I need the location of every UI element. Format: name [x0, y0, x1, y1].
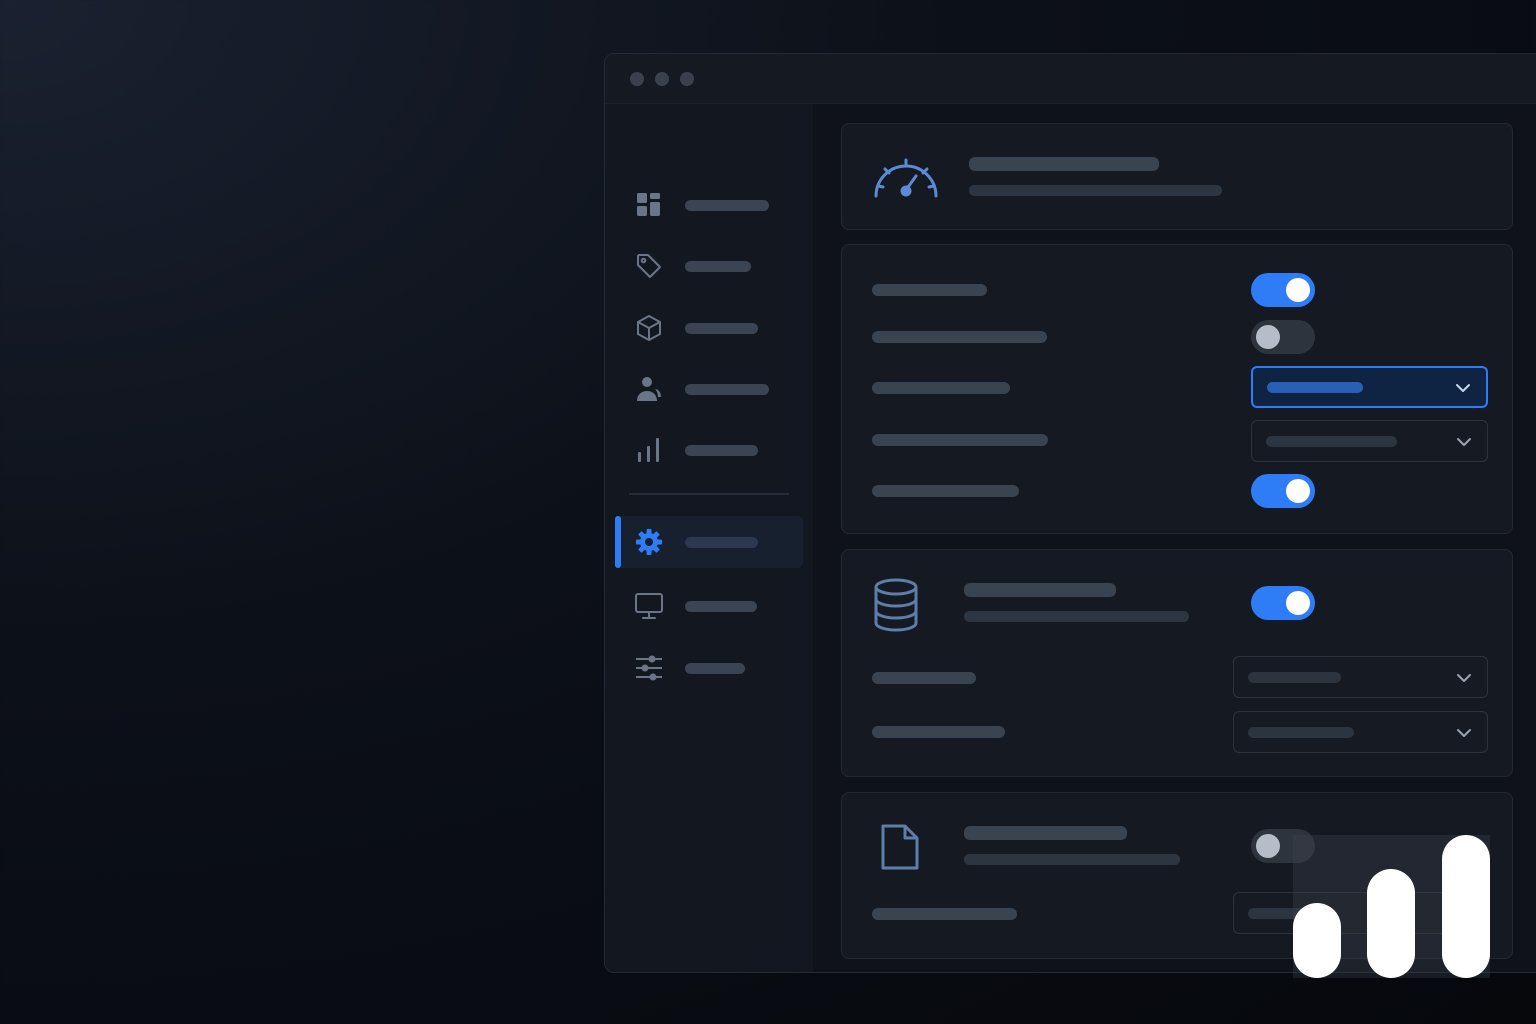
sidebar-item-tags[interactable] — [615, 240, 803, 292]
database-select-1[interactable] — [1233, 656, 1488, 698]
file-icon — [880, 823, 920, 876]
sidebar-item-label — [685, 600, 757, 612]
setting-label — [872, 331, 1047, 343]
sidebar-item-label — [685, 383, 769, 395]
tag-icon — [634, 251, 664, 281]
setting-toggle-2[interactable] — [1251, 320, 1315, 354]
settings-card — [841, 244, 1513, 534]
select-value-placeholder — [1248, 672, 1341, 683]
logo-bar — [1442, 835, 1490, 978]
gauge-icon — [872, 154, 940, 205]
sidebar-item-users[interactable] — [615, 363, 803, 415]
select-value-placeholder — [1267, 382, 1363, 393]
card-title-placeholder — [964, 583, 1116, 597]
setting-label — [872, 382, 1010, 394]
window-close-button[interactable] — [630, 71, 644, 86]
setting-select-1[interactable] — [1251, 366, 1488, 408]
card-subtitle-placeholder — [969, 185, 1222, 196]
sidebar-item-label — [685, 662, 745, 674]
sidebar — [605, 104, 813, 972]
setting-label — [872, 485, 1019, 497]
sidebar-item-settings[interactable] — [615, 516, 803, 568]
setting-label — [872, 284, 987, 296]
bar-logo-icon — [1293, 835, 1490, 978]
card-title-placeholder — [964, 826, 1127, 840]
chevron-down-icon — [1457, 729, 1471, 737]
cube-icon — [634, 313, 664, 343]
sidebar-divider — [629, 493, 789, 495]
database-icon — [872, 578, 920, 637]
users-icon — [634, 374, 664, 404]
sidebar-item-label — [685, 199, 769, 211]
sidebar-item-label — [685, 322, 758, 334]
sidebar-item-analytics[interactable] — [615, 424, 803, 476]
title-bar — [605, 54, 1536, 104]
setting-toggle-3[interactable] — [1251, 474, 1315, 508]
sidebar-item-display[interactable] — [615, 580, 803, 632]
window-maximize-button[interactable] — [680, 71, 694, 86]
select-value-placeholder — [1266, 436, 1397, 447]
chevron-down-icon — [1457, 438, 1471, 446]
logo-bar — [1293, 903, 1341, 978]
grid-icon — [634, 190, 664, 220]
card-title-placeholder — [969, 157, 1159, 171]
sliders-icon — [634, 653, 664, 683]
sidebar-item-dashboard[interactable] — [615, 179, 803, 231]
window-minimize-button[interactable] — [655, 71, 669, 86]
chevron-down-icon — [1456, 384, 1470, 392]
gear-icon — [634, 527, 664, 557]
sidebar-item-label — [685, 536, 758, 548]
chevron-down-icon — [1457, 674, 1471, 682]
bar-chart-icon — [634, 435, 664, 465]
sidebar-item-label — [685, 444, 758, 456]
database-select-2[interactable] — [1233, 711, 1488, 753]
setting-label — [872, 672, 976, 684]
database-toggle[interactable] — [1251, 586, 1315, 620]
setting-label — [872, 434, 1048, 446]
setting-label — [872, 726, 1005, 738]
database-card — [841, 549, 1513, 777]
card-subtitle-placeholder — [964, 854, 1180, 865]
sidebar-item-label — [685, 260, 751, 272]
sidebar-item-preferences[interactable] — [615, 642, 803, 694]
setting-toggle-1[interactable] — [1251, 273, 1315, 307]
monitor-icon — [634, 591, 664, 621]
setting-label — [872, 908, 1017, 920]
sidebar-item-products[interactable] — [615, 302, 803, 354]
setting-select-2[interactable] — [1251, 420, 1488, 462]
select-value-placeholder — [1248, 727, 1354, 738]
card-subtitle-placeholder — [964, 611, 1189, 622]
logo-bar — [1367, 869, 1415, 978]
performance-card — [841, 123, 1513, 230]
